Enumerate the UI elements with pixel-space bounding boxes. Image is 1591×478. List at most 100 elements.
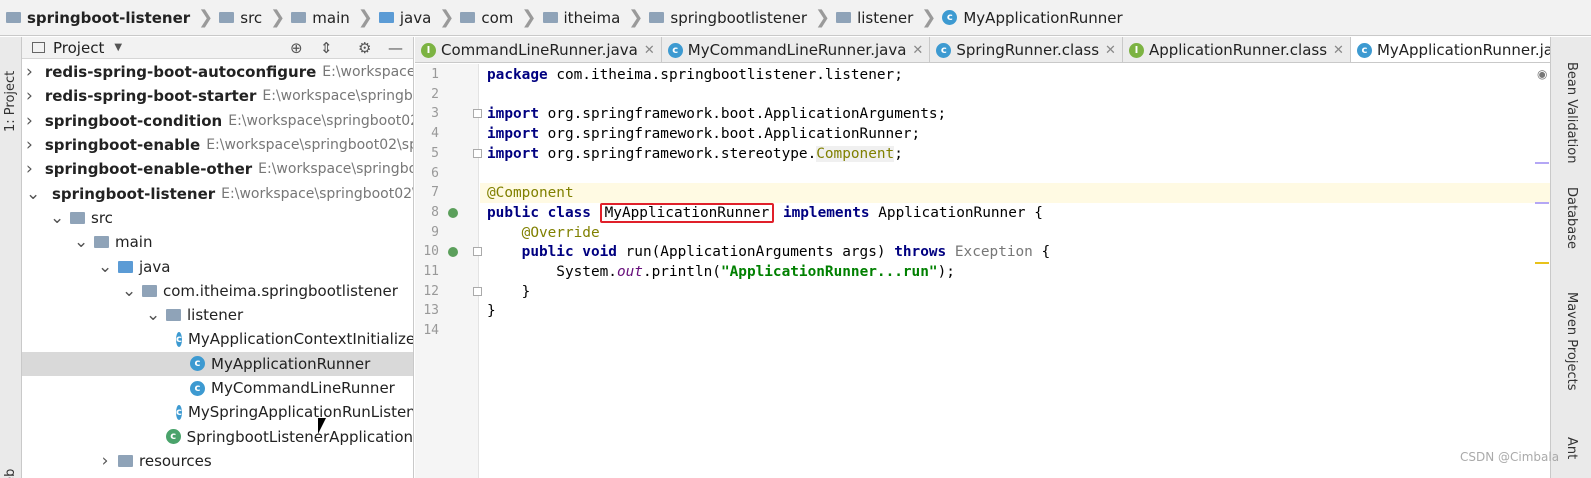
code-token: "ApplicationRunner...run" <box>720 264 938 280</box>
eye-icon[interactable]: ◉ <box>1537 67 1547 81</box>
tree-node[interactable]: › redis-spring-boot-starter E:\workspace\s… <box>22 84 413 108</box>
breadcrumb-item[interactable]: src ❯ <box>219 0 291 35</box>
tree-node[interactable]: c MyCommandLineRunner <box>22 376 413 400</box>
code-line[interactable]: import org.springframework.boot.Applicat… <box>487 104 946 124</box>
chevron-down-icon[interactable]: ⌄ <box>122 281 136 301</box>
code-line[interactable]: @Component <box>487 183 574 203</box>
editor-tab[interactable]: I CommandLineRunner.java ✕ <box>415 37 662 62</box>
chevron-down-icon[interactable]: ⌄ <box>146 305 160 325</box>
chevron-down-icon[interactable]: ⌄ <box>74 232 88 252</box>
breadcrumb-item[interactable]: main ❯ <box>291 0 379 35</box>
error-stripe-mark[interactable] <box>1535 202 1549 204</box>
breadcrumb-item[interactable]: springbootlistener ❯ <box>649 0 836 35</box>
tool-window-button[interactable]: Bean Validation <box>1564 62 1579 163</box>
close-icon[interactable]: ✕ <box>912 43 923 58</box>
code-token: import <box>487 145 539 162</box>
chevron-right-icon[interactable]: › <box>26 86 33 106</box>
tree-node[interactable]: c MyApplicationContextInitializer <box>22 327 413 351</box>
tree-node[interactable]: › springboot-enable-other E:\workspace\spr… <box>22 157 413 181</box>
editor-tab-label: SpringRunner.class <box>956 41 1100 59</box>
tree-node[interactable]: c MyApplicationRunner <box>22 351 413 376</box>
breadcrumb-item[interactable]: com ❯ <box>460 0 542 35</box>
error-stripe-mark[interactable] <box>1535 162 1549 164</box>
chevron-down-icon[interactable]: ⌄ <box>50 208 64 228</box>
fold-marker-icon[interactable] <box>473 286 482 296</box>
web-tool-window-button[interactable]: Web <box>3 469 18 478</box>
code-line[interactable]: System.out.println("ApplicationRunner...… <box>487 262 955 282</box>
line-number: 12 <box>423 283 439 299</box>
tree-node[interactable]: ⌄ java <box>22 254 413 278</box>
project-panel-title[interactable]: Project <box>53 39 104 57</box>
code-token: throws <box>894 244 947 261</box>
fold-marker-icon[interactable] <box>473 148 482 158</box>
chevron-down-icon[interactable]: ▼ <box>114 42 122 53</box>
collapse-all-icon[interactable]: ⇕ <box>320 39 333 57</box>
line-number: 2 <box>431 86 439 102</box>
tree-node[interactable]: c SpringbootListenerApplication <box>22 424 413 448</box>
minimize-icon[interactable]: — <box>388 39 403 57</box>
code-line[interactable]: @Override <box>487 223 600 243</box>
code-line[interactable]: import org.springframework.stereotype.Co… <box>487 144 903 164</box>
fold-marker-icon[interactable] <box>473 109 482 119</box>
chevron-down-icon[interactable]: ⌄ <box>98 257 112 277</box>
tool-window-button[interactable]: Database <box>1564 187 1579 249</box>
breadcrumb-item[interactable]: springboot-listener ❯ <box>6 0 219 35</box>
code-editor[interactable]: 1 2 3 4 5 6 7 8 9 10 11 12 13 14 package com.itheima.s… <box>415 64 1550 478</box>
breadcrumb-label: listener <box>857 8 914 27</box>
locate-icon[interactable]: ⊕ <box>290 39 303 57</box>
code-token: org.springframework.boot.ApplicationArgu… <box>538 106 947 123</box>
tree-node[interactable]: ⌄ src <box>22 206 413 230</box>
chevron-right-icon[interactable]: › <box>26 62 33 82</box>
chevron-right-icon[interactable]: › <box>26 135 33 155</box>
tree-node[interactable]: ⌄ main <box>22 230 413 254</box>
tool-window-button[interactable]: Maven Projects <box>1564 292 1579 391</box>
tree-node[interactable]: › resources <box>22 449 413 473</box>
breadcrumb-item[interactable]: listener ❯ <box>836 0 942 35</box>
tree-node[interactable]: ⌄ springboot-listener E:\workspace\springb… <box>22 181 413 205</box>
tree-node-label: SpringbootListenerApplication <box>186 427 413 446</box>
tree-node-label: java <box>139 257 171 276</box>
code-line[interactable]: import org.springframework.boot.Applicat… <box>487 124 920 144</box>
tree-node-path: E:\workspace\springboot02 <box>228 112 414 129</box>
tree-node[interactable]: › springboot-enable E:\workspace\springboo… <box>22 133 413 157</box>
tree-node[interactable]: ⌄ listener <box>22 303 413 327</box>
project-tool-window-button[interactable]: 1: Project <box>3 71 18 132</box>
chevron-right-icon[interactable]: › <box>98 451 112 471</box>
gear-icon[interactable]: ⚙ <box>358 39 371 57</box>
ide-window: springboot-listener ❯ src ❯ main ❯ java ❯ com ❯ it… <box>0 0 1591 478</box>
chevron-down-icon[interactable]: ⌄ <box>26 184 40 204</box>
tree-node[interactable]: c MySpringApplicationRunListener <box>22 400 413 424</box>
run-gutter-icon[interactable] <box>448 207 458 218</box>
editor-tab[interactable]: I ApplicationRunner.class ✕ <box>1123 37 1351 62</box>
breadcrumb-item[interactable]: java ❯ <box>378 0 461 35</box>
fold-marker-icon[interactable] <box>473 247 482 257</box>
code-line[interactable]: public void run(ApplicationArguments arg… <box>487 242 1051 262</box>
code-line[interactable]: } <box>487 282 531 302</box>
tree-node[interactable]: › springboot-condition E:\workspace\spring… <box>22 109 413 133</box>
code-token: import <box>487 126 539 143</box>
error-stripe-mark[interactable] <box>1535 262 1549 264</box>
close-icon[interactable]: ✕ <box>1105 43 1116 58</box>
close-icon[interactable]: ✕ <box>1333 43 1344 58</box>
code-line[interactable]: } <box>487 301 496 321</box>
tool-window-button[interactable]: Ant <box>1564 437 1579 459</box>
editor-tab[interactable]: c SpringRunner.class ✕ <box>930 37 1123 62</box>
editor-tab[interactable]: cMyApplicationRunner.java✕ <box>1350 37 1550 62</box>
code-line[interactable]: package com.itheima.springbootlistener.l… <box>487 65 903 85</box>
class-icon: c <box>176 404 182 420</box>
package-icon <box>649 12 665 23</box>
project-panel: Project ▼ ⊕ ⇕ ⚙ — › redis-spring-boot-aut… <box>22 37 414 478</box>
tree-node-label: main <box>115 233 153 252</box>
line-number: 5 <box>431 145 439 161</box>
breadcrumb-item[interactable]: itheima ❯ <box>542 0 650 35</box>
tree-node[interactable]: ⌄ com.itheima.springbootlistener <box>22 279 413 303</box>
chevron-right-icon: ❯ <box>198 7 214 28</box>
chevron-right-icon[interactable]: › <box>26 111 33 131</box>
class-icon: c <box>176 331 182 347</box>
tree-node[interactable]: › redis-spring-boot-autoconfigure E:\works… <box>22 60 413 84</box>
editor-tab[interactable]: c MyCommandLineRunner.java ✕ <box>662 37 931 62</box>
close-icon[interactable]: ✕ <box>644 43 655 58</box>
code-line[interactable]: public class MyApplicationRunner impleme… <box>487 202 1043 223</box>
chevron-right-icon[interactable]: › <box>26 159 33 179</box>
breadcrumb-item[interactable]: c MyApplicationRunner <box>942 0 1123 35</box>
